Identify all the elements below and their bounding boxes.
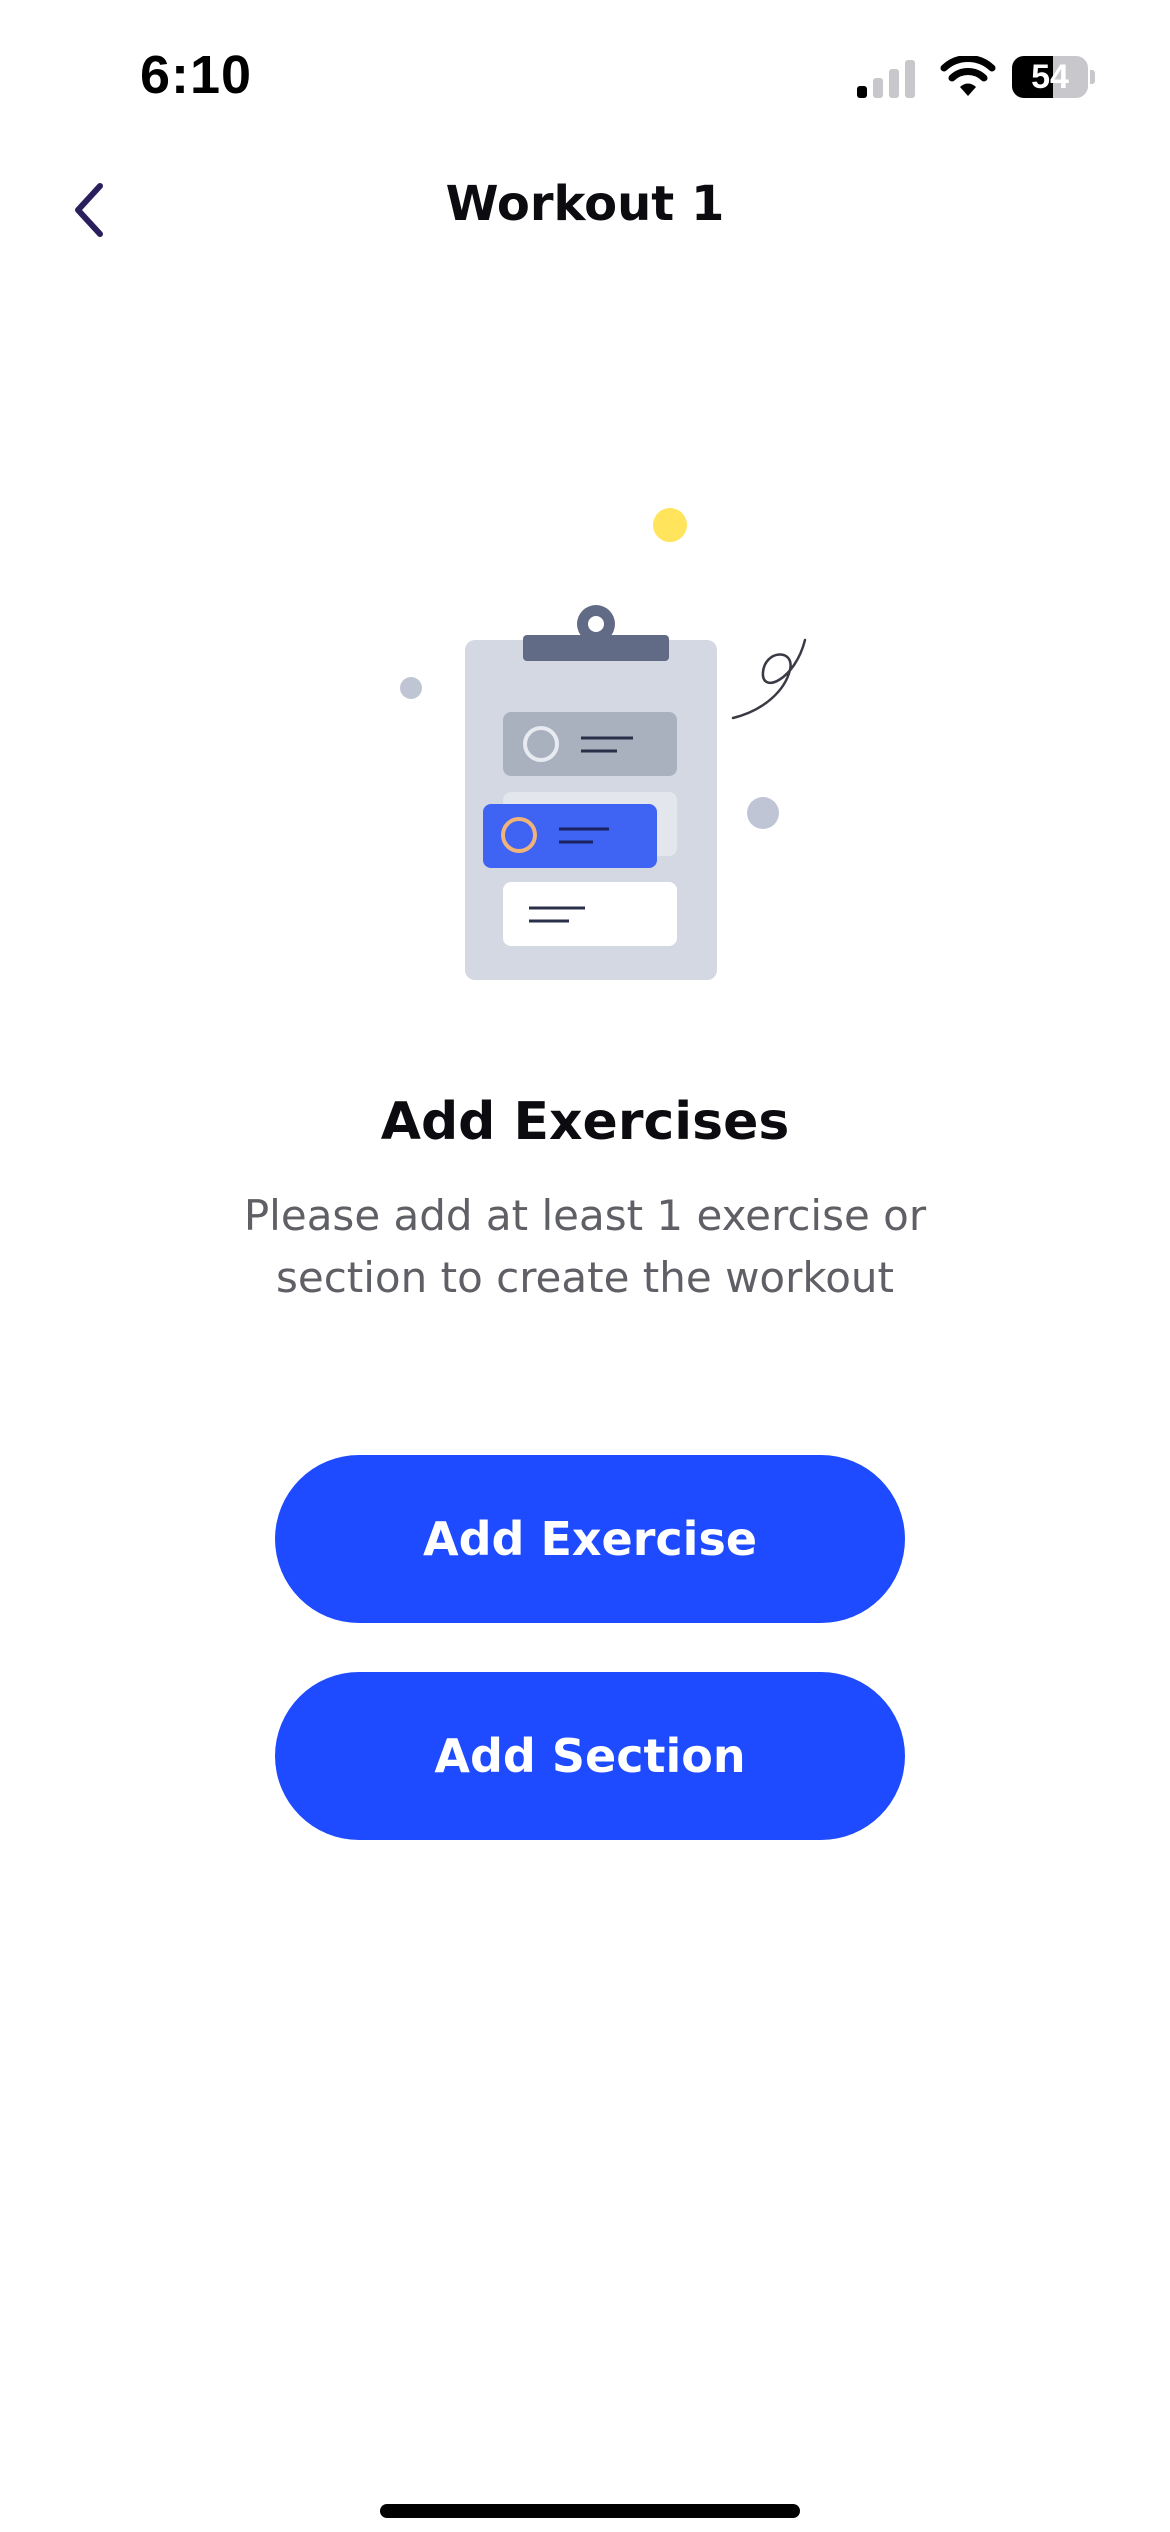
home-indicator — [380, 2504, 800, 2518]
add-exercise-button[interactable]: Add Exercise — [275, 1455, 905, 1623]
status-time: 6:10 — [140, 45, 253, 105]
nav-bar: Workout 1 — [0, 150, 1170, 270]
checklist-item-2 — [483, 804, 657, 868]
gray-dot — [747, 797, 779, 829]
signal-icon — [857, 60, 915, 98]
empty-state-message: Please add at least 1 exercise or sectio… — [243, 1191, 927, 1302]
small-gray-dot — [400, 677, 422, 699]
clipboard-checklist-illustration — [400, 508, 807, 980]
wifi-icon — [940, 56, 996, 96]
yellow-dot — [653, 508, 687, 542]
battery-tip — [1090, 70, 1095, 84]
add-section-button[interactable]: Add Section — [275, 1672, 905, 1840]
checklist-item-3 — [503, 882, 677, 946]
battery-body: 54 — [1012, 56, 1088, 98]
battery-icon: 54 — [1012, 56, 1095, 98]
squiggle-line — [731, 638, 807, 720]
battery-percentage: 54 — [1031, 58, 1069, 96]
checklist-item-1 — [503, 712, 677, 776]
page-title: Workout 1 — [445, 176, 725, 232]
empty-state-title: Add Exercises — [380, 1092, 790, 1152]
status-bar: 6:10 54 — [0, 0, 1170, 150]
